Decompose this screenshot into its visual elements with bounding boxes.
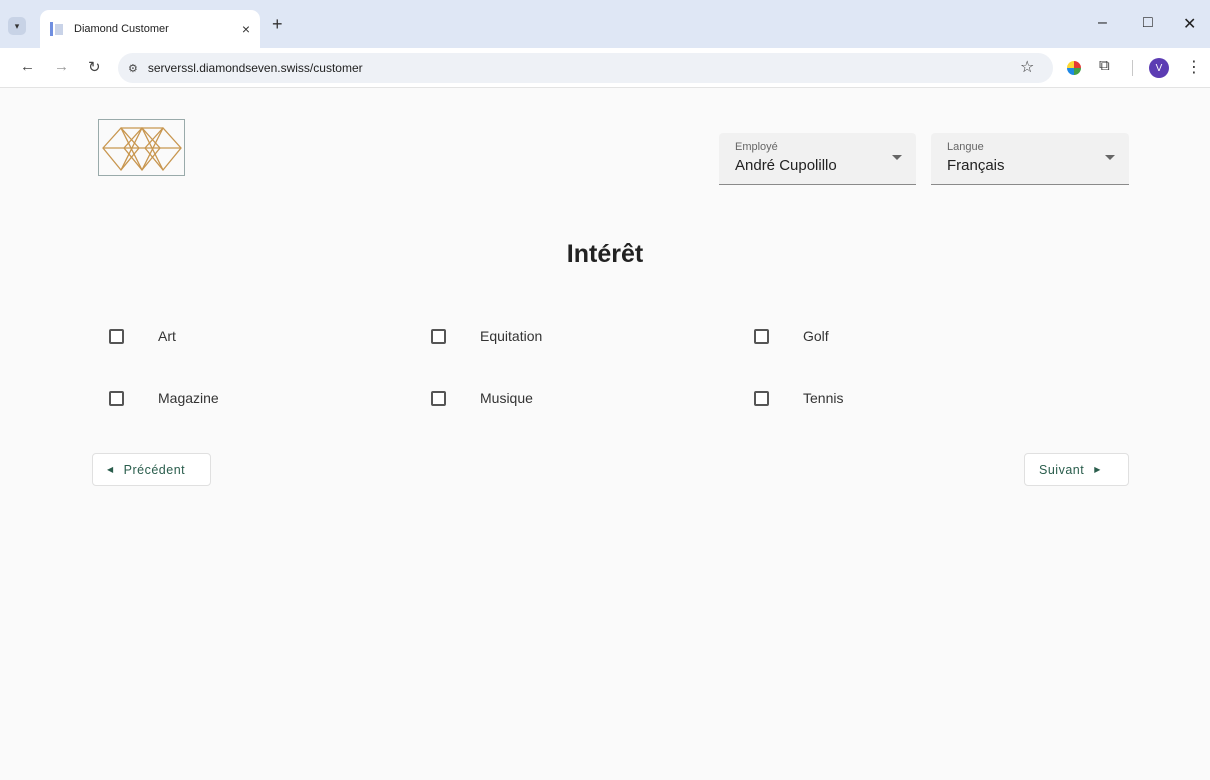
employee-select-label: Employé	[735, 141, 778, 153]
checkbox-label[interactable]: Tennis	[803, 390, 843, 406]
checkbox[interactable]	[109, 328, 124, 344]
checkbox[interactable]	[431, 328, 446, 344]
checkbox-label[interactable]: Magazine	[158, 390, 219, 406]
interest-checkbox-equitation[interactable]: Equitation	[431, 328, 542, 344]
interest-checkbox-tennis[interactable]: Tennis	[754, 390, 843, 406]
page-favicon-icon	[50, 22, 64, 36]
new-tab-icon[interactable]: +	[272, 14, 283, 35]
browser-toolbar: ← → ↻ ⚙ serverssl.diamondseven.swiss/cus…	[0, 48, 1210, 88]
address-bar[interactable]: ⚙ serverssl.diamondseven.swiss/customer	[118, 53, 1053, 83]
color-extension-icon[interactable]	[1067, 61, 1081, 75]
language-select[interactable]: Langue Français	[931, 133, 1129, 185]
bookmark-star-icon[interactable]: ☆	[1020, 57, 1034, 77]
browser-tab[interactable]: Diamond Customer ×	[40, 10, 260, 48]
previous-button-label: Précédent	[123, 462, 186, 477]
interest-checkbox-magazine[interactable]: Magazine	[109, 390, 219, 406]
url-text[interactable]: serverssl.diamondseven.swiss/customer	[148, 61, 363, 75]
next-button[interactable]: Suivant ▶	[1024, 453, 1129, 486]
checkbox-label[interactable]: Golf	[803, 328, 829, 344]
tab-search-chevron-icon[interactable]: ▾	[8, 17, 26, 35]
dropdown-arrow-icon[interactable]	[892, 155, 902, 160]
language-select-value[interactable]: Français	[947, 157, 1113, 174]
employee-select-value[interactable]: André Cupolillo	[735, 157, 900, 174]
site-settings-icon[interactable]: ⚙	[128, 62, 138, 75]
extensions-puzzle-icon[interactable]: ⧉	[1099, 57, 1110, 74]
checkbox[interactable]	[431, 390, 446, 406]
diamond-logo-icon	[102, 127, 182, 172]
browser-tab-bar: ▾ Diamond Customer × + – □ ✕	[0, 0, 1210, 48]
checkbox[interactable]	[754, 390, 769, 406]
maximize-icon[interactable]: □	[1143, 14, 1153, 32]
checkbox-label[interactable]: Art	[158, 328, 176, 344]
interest-checkbox-art[interactable]: Art	[109, 328, 176, 344]
toolbar-divider	[1132, 60, 1133, 76]
checkbox-label[interactable]: Equitation	[480, 328, 542, 344]
page-title: Intérêt	[566, 240, 644, 268]
caret-right-icon: ▶	[1094, 465, 1101, 474]
interest-checkbox-golf[interactable]: Golf	[754, 328, 829, 344]
checkbox[interactable]	[109, 390, 124, 406]
browser-menu-icon[interactable]: ⋮	[1186, 57, 1202, 77]
diamond-logo	[98, 119, 185, 176]
window-close-icon[interactable]: ✕	[1183, 14, 1196, 34]
language-select-label: Langue	[947, 141, 984, 153]
dropdown-arrow-icon[interactable]	[1105, 155, 1115, 160]
minimize-icon[interactable]: –	[1098, 14, 1107, 32]
tab-title: Diamond Customer	[74, 23, 169, 35]
forward-arrow-icon[interactable]: →	[54, 58, 69, 75]
profile-avatar[interactable]: V	[1149, 58, 1169, 78]
interest-checkbox-musique[interactable]: Musique	[431, 390, 533, 406]
checkbox-label[interactable]: Musique	[480, 390, 533, 406]
previous-button[interactable]: ◀ Précédent	[92, 453, 211, 486]
reload-icon[interactable]: ↻	[88, 58, 101, 76]
next-button-label: Suivant	[1039, 462, 1085, 477]
back-arrow-icon[interactable]: ←	[20, 58, 35, 75]
employee-select[interactable]: Employé André Cupolillo	[719, 133, 916, 185]
checkbox[interactable]	[754, 328, 769, 344]
caret-left-icon: ◀	[107, 465, 114, 474]
tab-close-icon[interactable]: ×	[242, 21, 250, 37]
